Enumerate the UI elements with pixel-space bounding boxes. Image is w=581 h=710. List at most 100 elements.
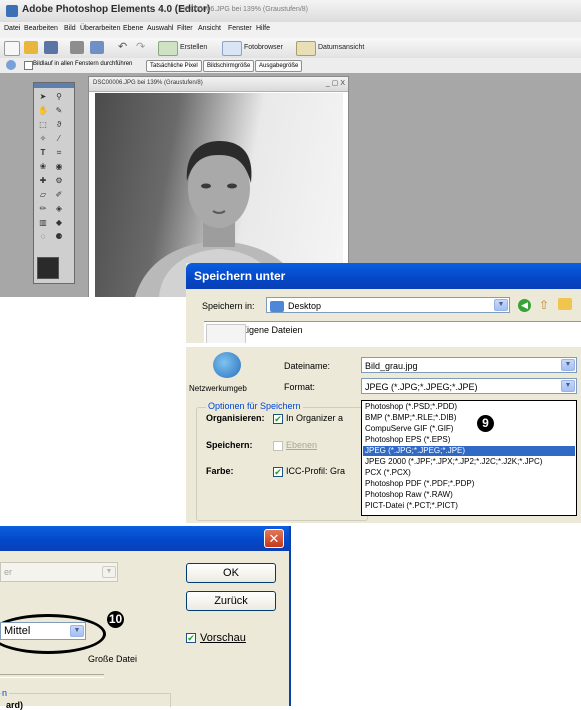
create-icon[interactable]: [158, 41, 178, 56]
magic-wand-tool-icon[interactable]: ✧: [38, 135, 48, 143]
menu-filter[interactable]: Filter: [177, 25, 193, 32]
format-value: JPEG (*.JPG;*.JPEG;*.JPE): [365, 382, 478, 392]
format-option[interactable]: Photoshop PDF (*.PDF;*.PDP): [363, 479, 575, 489]
eyedropper-tool-icon[interactable]: ✎: [54, 107, 64, 115]
chevron-down-icon[interactable]: ▼: [102, 566, 116, 578]
file-list[interactable]: Eigene Dateien: [204, 321, 581, 344]
lasso-tool-icon[interactable]: ϑ: [54, 121, 64, 129]
online-services-icon[interactable]: [90, 41, 104, 54]
organize-value: In Organizer a: [286, 413, 344, 423]
menu-auswahl[interactable]: Auswahl: [147, 25, 173, 32]
format-select[interactable]: JPEG (*.JPG;*.JPEG;*.JPE) ▼: [361, 378, 577, 394]
format-option[interactable]: Photoshop Raw (*.RAW): [363, 490, 575, 500]
up-folder-icon[interactable]: ⇧: [539, 298, 549, 312]
print-size-button[interactable]: Ausgabegröße: [255, 60, 303, 72]
pencil-tool-icon[interactable]: ✐: [54, 191, 64, 199]
back-button[interactable]: Zurück: [186, 591, 276, 611]
document-window-controls[interactable]: _ ▢ X: [326, 79, 345, 87]
marquee-tool-icon[interactable]: ⬚: [38, 121, 48, 129]
clone-stamp-tool-icon[interactable]: ⚙: [54, 177, 64, 185]
date-view-label[interactable]: Datumsansicht: [318, 44, 364, 51]
places-bar-item[interactable]: [206, 324, 246, 345]
quality-slider-track[interactable]: [0, 674, 104, 678]
crop-tool-icon[interactable]: ⌗: [54, 149, 64, 157]
red-eye-tool-icon[interactable]: ◉: [54, 163, 64, 171]
print-icon[interactable]: [70, 41, 84, 54]
callout-number-10: 10: [107, 611, 124, 628]
chevron-down-icon[interactable]: ▼: [494, 299, 508, 311]
new-folder-icon[interactable]: [558, 298, 572, 310]
fit-screen-button[interactable]: Bildschirmgröße: [203, 60, 255, 72]
format-option[interactable]: BMP (*.BMP;*.RLE;*.DIB): [363, 413, 575, 423]
photoshop-window: Adobe Photoshop Elements 4.0 (Editor) DS…: [0, 0, 581, 297]
create-label[interactable]: Erstellen: [180, 44, 207, 51]
filename-field[interactable]: Bild_grau.jpg ▼: [361, 357, 577, 373]
scroll-all-checkbox[interactable]: [24, 61, 33, 70]
baseline-option-label: ard): [6, 700, 24, 710]
file-list-item[interactable]: Eigene Dateien: [241, 325, 303, 335]
cookie-cutter-tool-icon[interactable]: ❀: [38, 163, 48, 171]
gradient-tool-icon[interactable]: ▥: [38, 219, 48, 227]
format-option[interactable]: CompuServe GIF (*.GIF): [363, 424, 575, 434]
menu-hilfe[interactable]: Hilfe: [256, 25, 270, 32]
actual-pixels-button[interactable]: Tatsächliche Pixel: [146, 60, 202, 72]
network-globe-icon[interactable]: [213, 352, 241, 378]
brush-tool-icon[interactable]: ✏: [38, 205, 48, 213]
toolbox-header[interactable]: [34, 83, 74, 88]
format-option[interactable]: Photoshop EPS (*.EPS): [363, 435, 575, 445]
menu-ebene[interactable]: Ebene: [123, 25, 143, 32]
chevron-down-icon[interactable]: ▼: [70, 625, 84, 637]
format-option-selected[interactable]: JPEG (*.JPG;*.JPEG;*.JPE): [363, 446, 575, 456]
ok-button[interactable]: OK: [186, 563, 276, 583]
photo-browser-label[interactable]: Fotobrowser: [244, 44, 283, 51]
save-icon[interactable]: [44, 41, 58, 54]
format-options-heading: n: [2, 688, 10, 698]
photo-browser-icon[interactable]: [222, 41, 242, 56]
menu-ueberarbeiten[interactable]: Überarbeiten: [80, 25, 120, 32]
format-option[interactable]: PICT-Datei (*.PCT;*.PICT): [363, 501, 575, 511]
menu-datei[interactable]: Datei: [4, 25, 20, 32]
preview-checkbox[interactable]: ✔: [186, 633, 196, 643]
blur-tool-icon[interactable]: ◌: [38, 233, 48, 241]
date-view-icon[interactable]: [296, 41, 316, 56]
move-tool-icon[interactable]: ➤: [38, 93, 48, 101]
healing-brush-tool-icon[interactable]: ✚: [38, 177, 48, 185]
preset-select[interactable]: er ▼: [0, 562, 118, 582]
layers-checkbox[interactable]: [273, 441, 283, 451]
save-as-dialog-lower: Netzwerkumgeb Dateiname: Bild_grau.jpg ▼…: [186, 347, 581, 523]
type-tool-icon[interactable]: T: [38, 149, 48, 157]
quality-select[interactable]: Mittel ▼: [0, 622, 86, 640]
paint-bucket-tool-icon[interactable]: ◈: [54, 205, 64, 213]
preview-label: Vorschau: [200, 632, 246, 644]
format-option[interactable]: Photoshop (*.PSD;*.PDD): [363, 402, 575, 412]
menu-fenster[interactable]: Fenster: [228, 25, 252, 32]
redo-icon[interactable]: ↷: [136, 41, 146, 54]
eraser-tool-icon[interactable]: ▱: [38, 191, 48, 199]
organize-checkbox[interactable]: ✔: [273, 414, 283, 424]
menu-bearbeiten[interactable]: Bearbeiten: [24, 25, 58, 32]
sponge-tool-icon[interactable]: ⚈: [54, 233, 64, 241]
color-swatch[interactable]: [37, 257, 59, 279]
menu-ansicht[interactable]: Ansicht: [198, 25, 221, 32]
selection-brush-tool-icon[interactable]: ⁄: [54, 135, 64, 143]
hand-tool-icon[interactable]: ✋: [38, 107, 48, 115]
new-file-icon[interactable]: [4, 41, 20, 56]
format-label: Format:: [284, 382, 316, 392]
format-option[interactable]: PCX (*.PCX): [363, 468, 575, 478]
shape-tool-icon[interactable]: ◆: [54, 219, 64, 227]
chevron-down-icon[interactable]: ▼: [561, 380, 575, 392]
undo-icon[interactable]: ↶: [118, 41, 128, 54]
close-icon[interactable]: ✕: [264, 529, 284, 548]
open-folder-icon[interactable]: [24, 41, 38, 54]
save-in-label: Speichern in:: [202, 301, 255, 311]
save-in-select[interactable]: Desktop ▼: [266, 297, 510, 313]
layers-label: Ebenen: [286, 440, 318, 450]
icc-profile-checkbox[interactable]: ✔: [273, 467, 283, 477]
back-arrow-icon[interactable]: ◀: [518, 299, 531, 312]
chevron-down-icon[interactable]: ▼: [561, 359, 575, 371]
desktop-icon: [270, 301, 284, 312]
network-label[interactable]: Netzwerkumgeb: [189, 384, 247, 393]
zoom-tool-button-icon[interactable]: ⚲: [54, 93, 64, 101]
menu-bild[interactable]: Bild: [64, 25, 76, 32]
format-option[interactable]: JPEG 2000 (*.JPF;*.JPX;*.JP2;*.J2C;*.J2K…: [363, 457, 575, 467]
